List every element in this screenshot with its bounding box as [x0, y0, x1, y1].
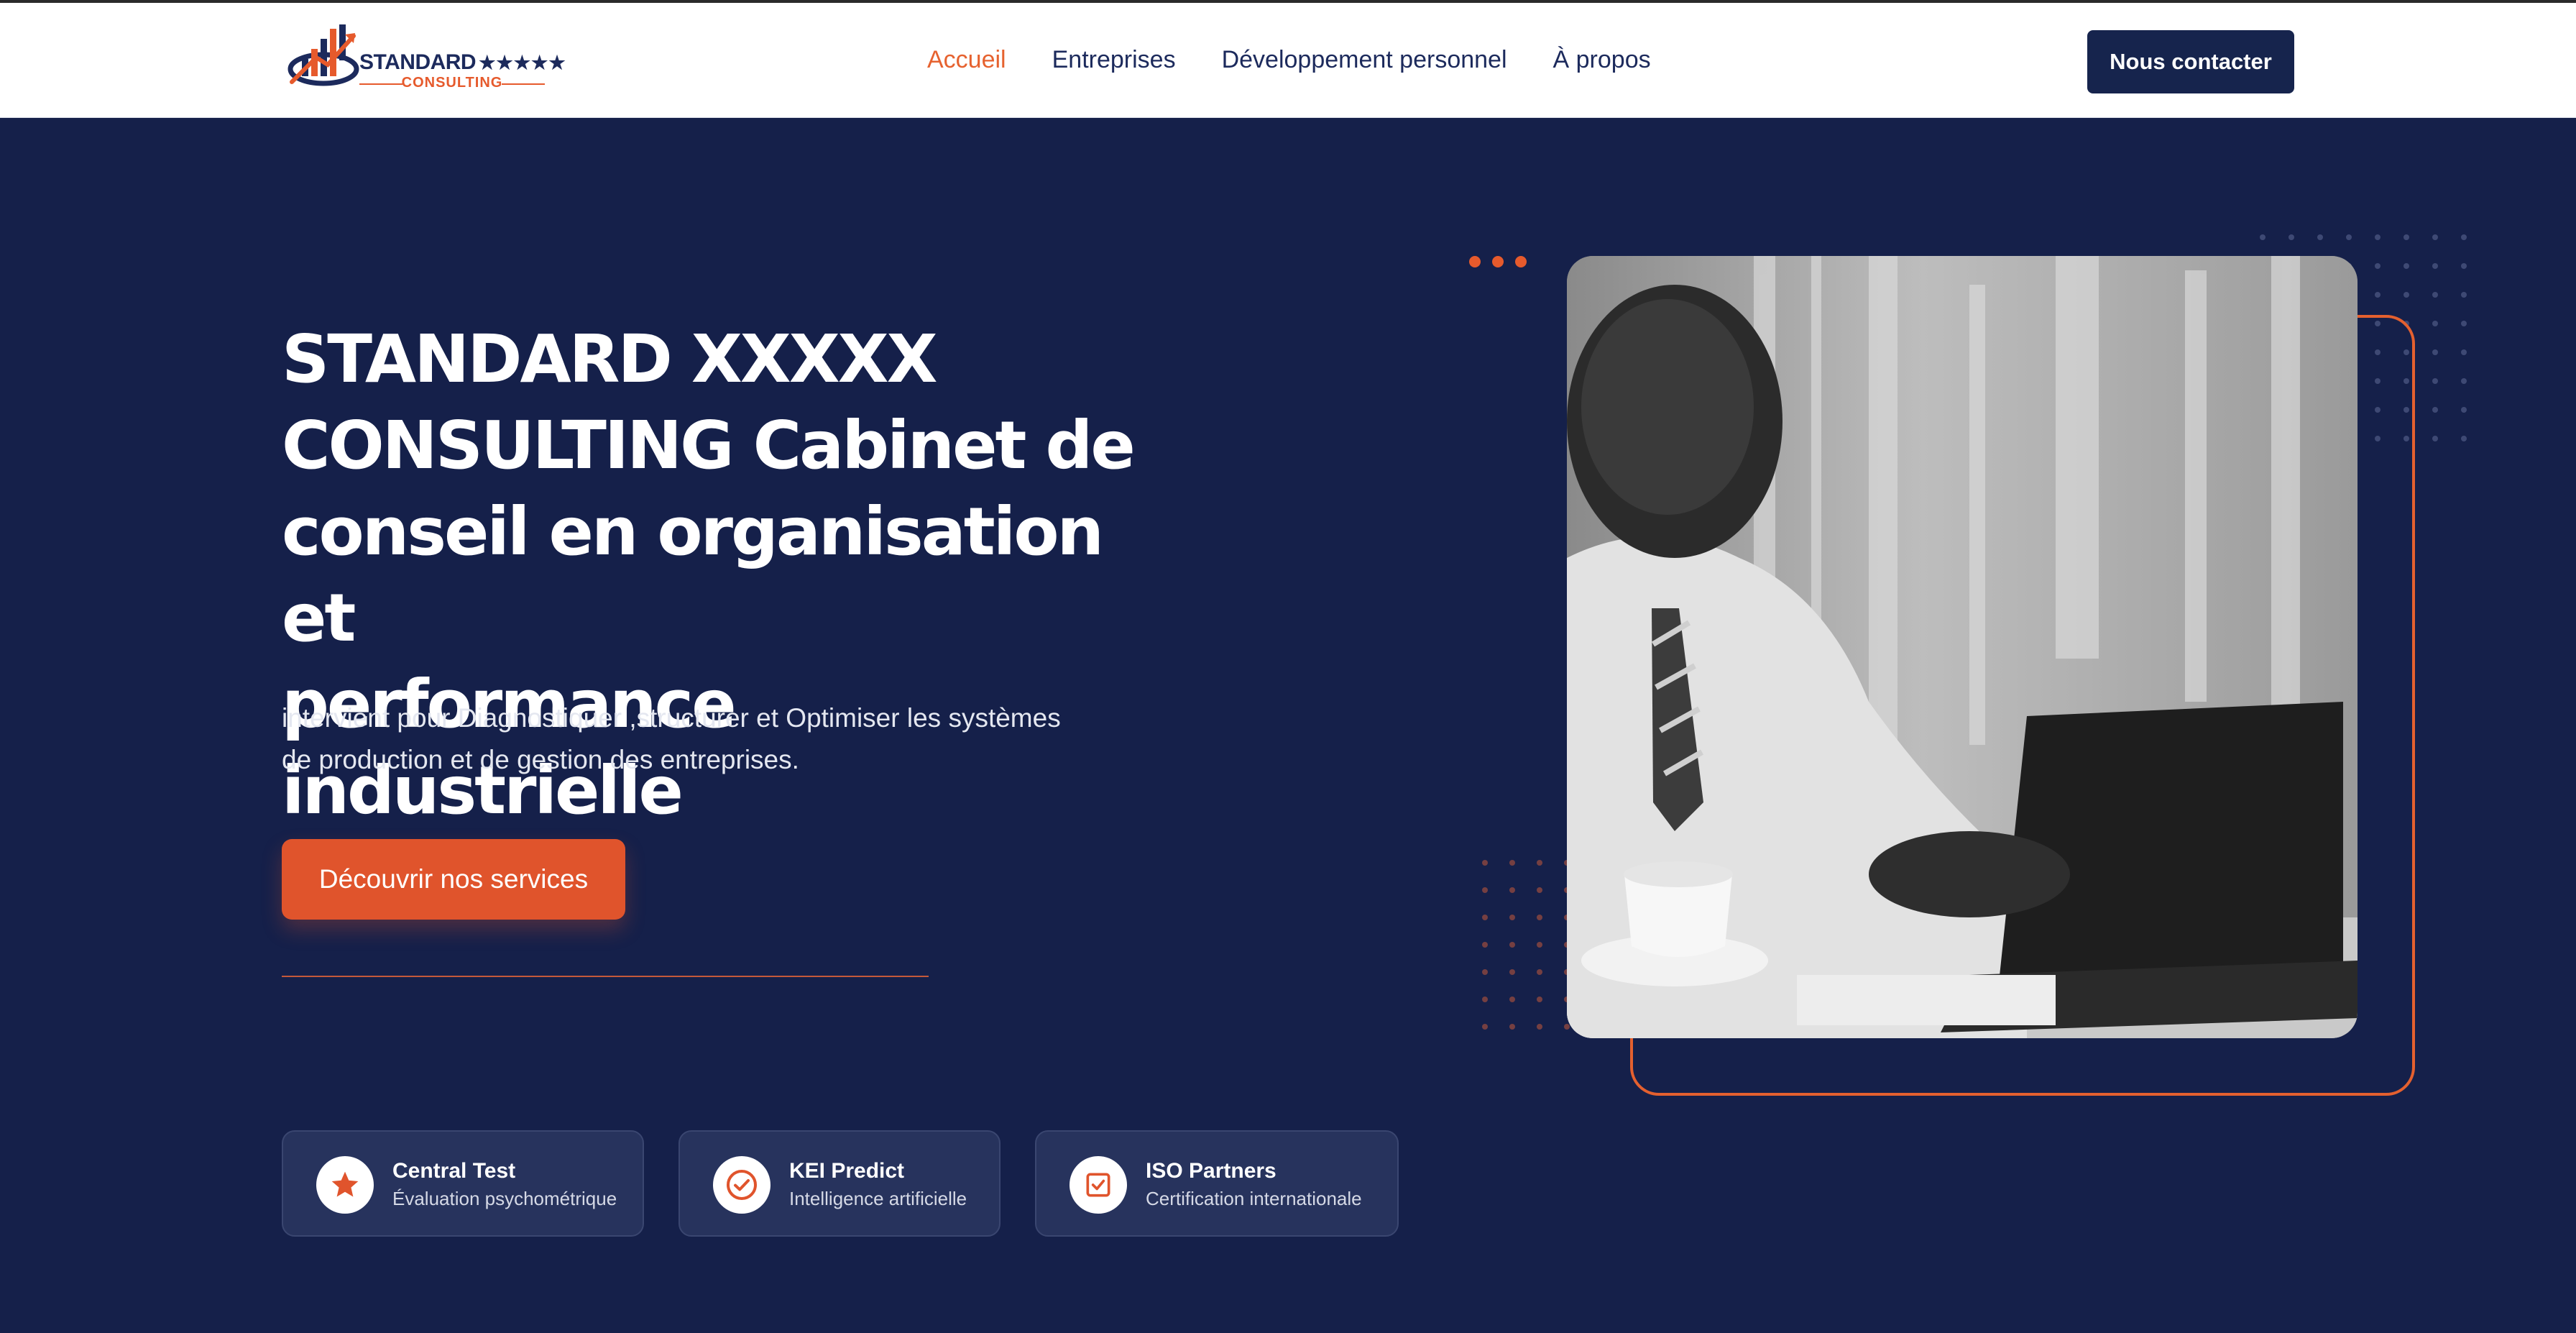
- decoration-dot: [2461, 321, 2467, 326]
- decoration-dot: [1509, 997, 1515, 1002]
- decoration-dot: [2432, 263, 2438, 269]
- decoration-dot: [2288, 234, 2294, 240]
- decoration-dot: [1537, 860, 1542, 866]
- hero-title-line-2: CONSULTING Cabinet de: [282, 407, 1136, 484]
- partner-card-kei-predict[interactable]: KEI Predict Intelligence artificielle: [678, 1130, 1000, 1237]
- decoration-dot: [1482, 1024, 1488, 1030]
- partner-subtitle: Intelligence artificielle: [789, 1188, 967, 1209]
- decoration-dot: [1482, 887, 1488, 893]
- decoration-dot: [1482, 942, 1488, 948]
- decoration-dot: [2432, 292, 2438, 298]
- decoration-dot: [2432, 349, 2438, 355]
- nav-link-developpement-personnel[interactable]: Développement personnel: [1222, 46, 1507, 74]
- decoration-dot: [2375, 292, 2380, 298]
- decoration-dot: [2432, 407, 2438, 413]
- logo-stars: ★★★★★: [479, 52, 566, 73]
- decoration-dot: [2404, 292, 2409, 298]
- hero-title-line-3: conseil en organisation et: [282, 493, 1104, 656]
- decoration-dot: [2461, 436, 2467, 441]
- decoration-dot: [1509, 942, 1515, 948]
- decoration-dot: [1537, 887, 1542, 893]
- hero-description-line-1: intervient pour Diagnostiquer ,structure…: [282, 703, 1061, 733]
- decoration-dot: [2432, 321, 2438, 326]
- check-circle-icon: [727, 1170, 757, 1200]
- decoration-dot: [1509, 860, 1515, 866]
- decoration-dot: [2375, 263, 2380, 269]
- partner-title: Central Test: [392, 1159, 516, 1183]
- decoration-dot: [2432, 378, 2438, 384]
- partner-card-central-test[interactable]: Central Test Évaluation psychométrique: [282, 1130, 644, 1237]
- decoration-dot: [1482, 860, 1488, 866]
- decoration-dot: [2461, 292, 2467, 298]
- decoration-dot: [2375, 234, 2380, 240]
- nav-link-a-propos[interactable]: À propos: [1553, 46, 1651, 74]
- decoration-dot: [2346, 234, 2352, 240]
- contact-button[interactable]: Nous contacter: [2087, 30, 2294, 93]
- partner-title: KEI Predict: [789, 1159, 905, 1183]
- decoration-dot: [1537, 1024, 1542, 1030]
- decoration-dot: [2461, 234, 2467, 240]
- decoration-dot: [1482, 969, 1488, 975]
- logo-chart-icon: [288, 24, 359, 86]
- partner-badge: [713, 1156, 770, 1214]
- hero-divider: [282, 976, 929, 977]
- decoration-dot: [1509, 1024, 1515, 1030]
- main-nav: Accueil Entreprises Développement person…: [927, 46, 1697, 74]
- decoration-dot: [2432, 436, 2438, 441]
- standard-consulting-logo[interactable]: STANDARD ★★★★★ CONSULTING: [288, 22, 566, 96]
- nav-link-accueil[interactable]: Accueil: [927, 46, 1006, 74]
- decoration-dot: [1482, 915, 1488, 920]
- decoration-dot: [1537, 915, 1542, 920]
- decoration-dot: [1509, 969, 1515, 975]
- partner-card-iso-partners[interactable]: ISO Partners Certification international…: [1035, 1130, 1399, 1237]
- decoration-dot: [2404, 234, 2409, 240]
- site-header: STANDARD ★★★★★ CONSULTING Accueil Entrepr…: [0, 0, 2576, 118]
- decoration-dot: [2260, 234, 2266, 240]
- decoration-dot: [2461, 378, 2467, 384]
- hero-title-line-1: STANDARD XXXXX: [282, 321, 938, 398]
- logo-subline: CONSULTING: [359, 75, 545, 91]
- checkbox-icon: [1086, 1173, 1110, 1197]
- decoration-dot: [2432, 234, 2438, 240]
- decoration-dot: [1509, 915, 1515, 920]
- decoration-dot: [2404, 263, 2409, 269]
- partner-badge: [316, 1156, 374, 1214]
- decoration-dot: [1509, 887, 1515, 893]
- hero-photo-businessman-laptop: [1567, 256, 2358, 1038]
- partner-title: ISO Partners: [1146, 1159, 1276, 1183]
- partner-subtitle: Certification internationale: [1146, 1188, 1362, 1209]
- decoration-dot: [2461, 263, 2467, 269]
- partner-subtitle: Évaluation psychométrique: [392, 1188, 617, 1209]
- discover-services-button[interactable]: Découvrir nos services: [282, 839, 625, 920]
- decoration-dot: [1537, 997, 1542, 1002]
- nav-link-entreprises[interactable]: Entreprises: [1052, 46, 1176, 74]
- hero-description: intervient pour Diagnostiquer ,structure…: [282, 697, 1101, 781]
- decoration-dot: [2461, 349, 2467, 355]
- logo-wordmark: STANDARD ★★★★★: [359, 50, 566, 74]
- orange-dots-decoration: [1469, 256, 1527, 267]
- decoration-dot: [2461, 407, 2467, 413]
- partner-badge: [1070, 1156, 1127, 1214]
- decoration-dot: [1537, 969, 1542, 975]
- hero-description-line-2: de production et de gestion des entrepri…: [282, 745, 799, 774]
- star-icon: [331, 1171, 359, 1197]
- decoration-dot: [1482, 997, 1488, 1002]
- decoration-dot: [1564, 1024, 1570, 1030]
- decoration-dot: [2317, 234, 2323, 240]
- decoration-dot: [1537, 942, 1542, 948]
